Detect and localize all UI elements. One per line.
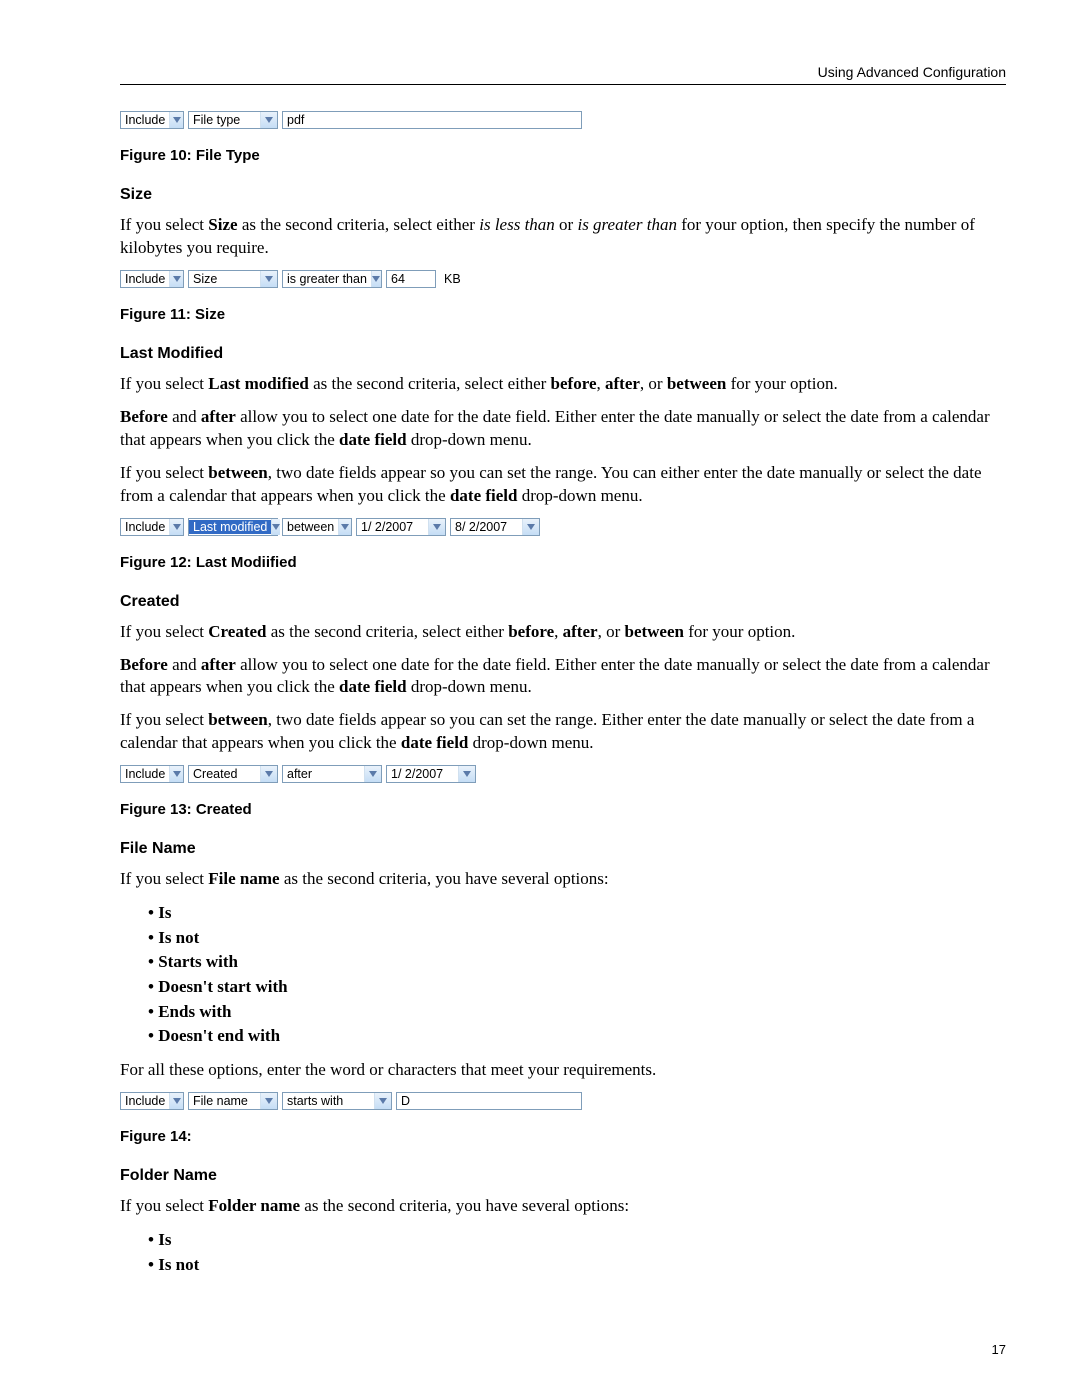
chevron-down-icon [338,519,351,535]
chevron-down-icon [169,1093,183,1109]
value-input[interactable]: pdf [282,111,582,129]
include-select[interactable]: Include [120,270,184,288]
criteria-select[interactable]: File type [188,111,278,129]
date2-select[interactable]: 8/ 2/2007 [450,518,540,536]
fig12-row: Include Last modified between 1/ 2/2007 … [120,518,1006,536]
chevron-down-icon [169,519,183,535]
fo-options: Is Is not [120,1228,1006,1277]
fn-p2: For all these options, enter the word or… [120,1059,1006,1082]
chevron-down-icon [169,271,183,287]
fig11-row: Include Size is greater than 64 KB [120,270,1006,288]
list-item: Is not [148,926,1006,951]
chevron-down-icon [260,766,277,782]
filename-heading: File Name [120,840,1006,858]
cr-p3: If you select between, two date fields a… [120,709,1006,755]
list-item: Ends with [148,1000,1006,1025]
chevron-down-icon [371,271,381,287]
page-header: Using Advanced Configuration [120,64,1006,85]
chevron-down-icon [260,112,277,128]
cr-p1: If you select Created as the second crit… [120,621,1006,644]
fig13-row: Include Created after 1/ 2/2007 [120,765,1006,783]
value-text: pdf [287,113,304,127]
fig12-caption: Figure 12: Last Modiified [120,554,1006,571]
fig14-caption: Figure 14: [120,1128,1006,1145]
criteria-value: File type [189,113,244,127]
value-input[interactable]: D [396,1092,582,1110]
include-select[interactable]: Include [120,111,184,129]
list-item: Starts with [148,950,1006,975]
fn-p1: If you select File name as the second cr… [120,868,1006,891]
operator-select[interactable]: is greater than [282,270,382,288]
chevron-down-icon [169,766,183,782]
chevron-down-icon [260,271,277,287]
criteria-select[interactable]: File name [188,1092,278,1110]
date1-select[interactable]: 1/ 2/2007 [386,765,476,783]
chevron-down-icon [364,766,381,782]
date1-select[interactable]: 1/ 2/2007 [356,518,446,536]
operator-select[interactable]: starts with [282,1092,392,1110]
include-value: Include [121,113,169,127]
chevron-down-icon [522,519,539,535]
fn-options: Is Is not Starts with Doesn't start with… [120,901,1006,1049]
lm-p3: If you select between, two date fields a… [120,462,1006,508]
criteria-select[interactable]: Created [188,765,278,783]
chevron-down-icon [169,112,183,128]
criteria-select[interactable]: Size [188,270,278,288]
value-input[interactable]: 64 [386,270,436,288]
criteria-select[interactable]: Last modified [188,518,278,536]
foldername-heading: Folder Name [120,1167,1006,1185]
include-select[interactable]: Include [120,518,184,536]
chevron-down-icon [271,519,280,535]
fig14-row: Include File name starts with D [120,1092,1006,1110]
chevron-down-icon [428,519,445,535]
list-item: Doesn't start with [148,975,1006,1000]
page-number: 17 [992,1342,1006,1357]
operator-select[interactable]: between [282,518,352,536]
include-select[interactable]: Include [120,765,184,783]
chevron-down-icon [260,1093,277,1109]
operator-select[interactable]: after [282,765,382,783]
fig10-caption: Figure 10: File Type [120,147,1006,164]
fo-p1: If you select Folder name as the second … [120,1195,1006,1218]
created-heading: Created [120,593,1006,611]
fig11-caption: Figure 11: Size [120,306,1006,323]
lastmodified-heading: Last Modified [120,345,1006,363]
list-item: Is not [148,1253,1006,1278]
size-heading: Size [120,186,1006,204]
fig13-caption: Figure 13: Created [120,801,1006,818]
chevron-down-icon [374,1093,391,1109]
size-p1: If you select Size as the second criteri… [120,214,1006,260]
list-item: Is [148,901,1006,926]
cr-p2: Before and after allow you to select one… [120,654,1006,700]
lm-p2: Before and after allow you to select one… [120,406,1006,452]
include-select[interactable]: Include [120,1092,184,1110]
chevron-down-icon [458,766,475,782]
unit-label: KB [444,272,461,286]
list-item: Is [148,1228,1006,1253]
fig10-row: Include File type pdf [120,111,1006,129]
lm-p1: If you select Last modified as the secon… [120,373,1006,396]
list-item: Doesn't end with [148,1024,1006,1049]
